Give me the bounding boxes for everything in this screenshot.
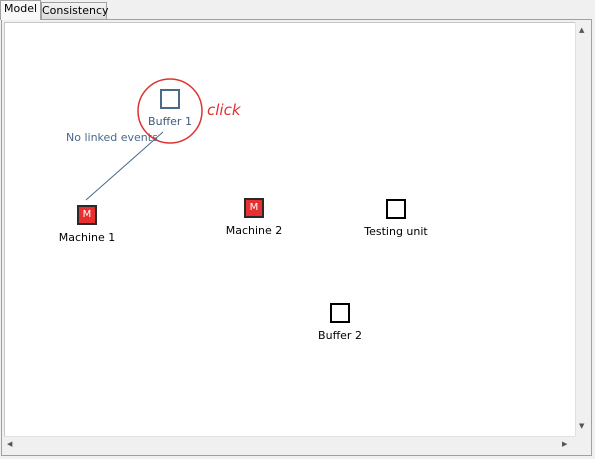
scroll-right-icon[interactable]: ▶ — [562, 440, 567, 448]
tab-model[interactable]: Model — [0, 0, 41, 20]
machine-2-node[interactable]: M — [244, 198, 264, 218]
buffer-1-node[interactable] — [160, 89, 180, 109]
buffer-2-label: Buffer 2 — [318, 329, 362, 342]
machine-icon: M — [82, 209, 92, 220]
buffer-1-label: Buffer 1 — [148, 115, 192, 128]
testing-unit-node[interactable] — [386, 199, 406, 219]
scroll-up-icon[interactable]: ▲ — [579, 26, 584, 34]
tab-bar: Model Consistency — [0, 0, 595, 20]
machine-2-label: Machine 2 — [225, 224, 283, 237]
horizontal-scrollbar[interactable]: ◀ ▶ — [4, 436, 575, 451]
buffer-2-node[interactable] — [330, 303, 350, 323]
tab-consistency[interactable]: Consistency — [41, 2, 109, 19]
machine-1-node[interactable]: M — [77, 205, 97, 225]
scrollbar-corner — [575, 436, 590, 451]
canvas-overlay — [85, 78, 203, 201]
click-hint: click — [207, 101, 241, 119]
machine-1-label: Machine 1 — [58, 231, 116, 244]
vertical-scrollbar[interactable]: ▲ ▼ — [575, 22, 590, 436]
link-annotation: No linked events — [66, 131, 158, 144]
model-canvas[interactable]: Buffer 1 click No linked events M Machin… — [4, 22, 575, 436]
testing-unit-label: Testing unit — [364, 225, 428, 238]
scroll-down-icon[interactable]: ▼ — [579, 422, 584, 430]
scroll-left-icon[interactable]: ◀ — [7, 440, 12, 448]
machine-icon: M — [249, 202, 259, 213]
